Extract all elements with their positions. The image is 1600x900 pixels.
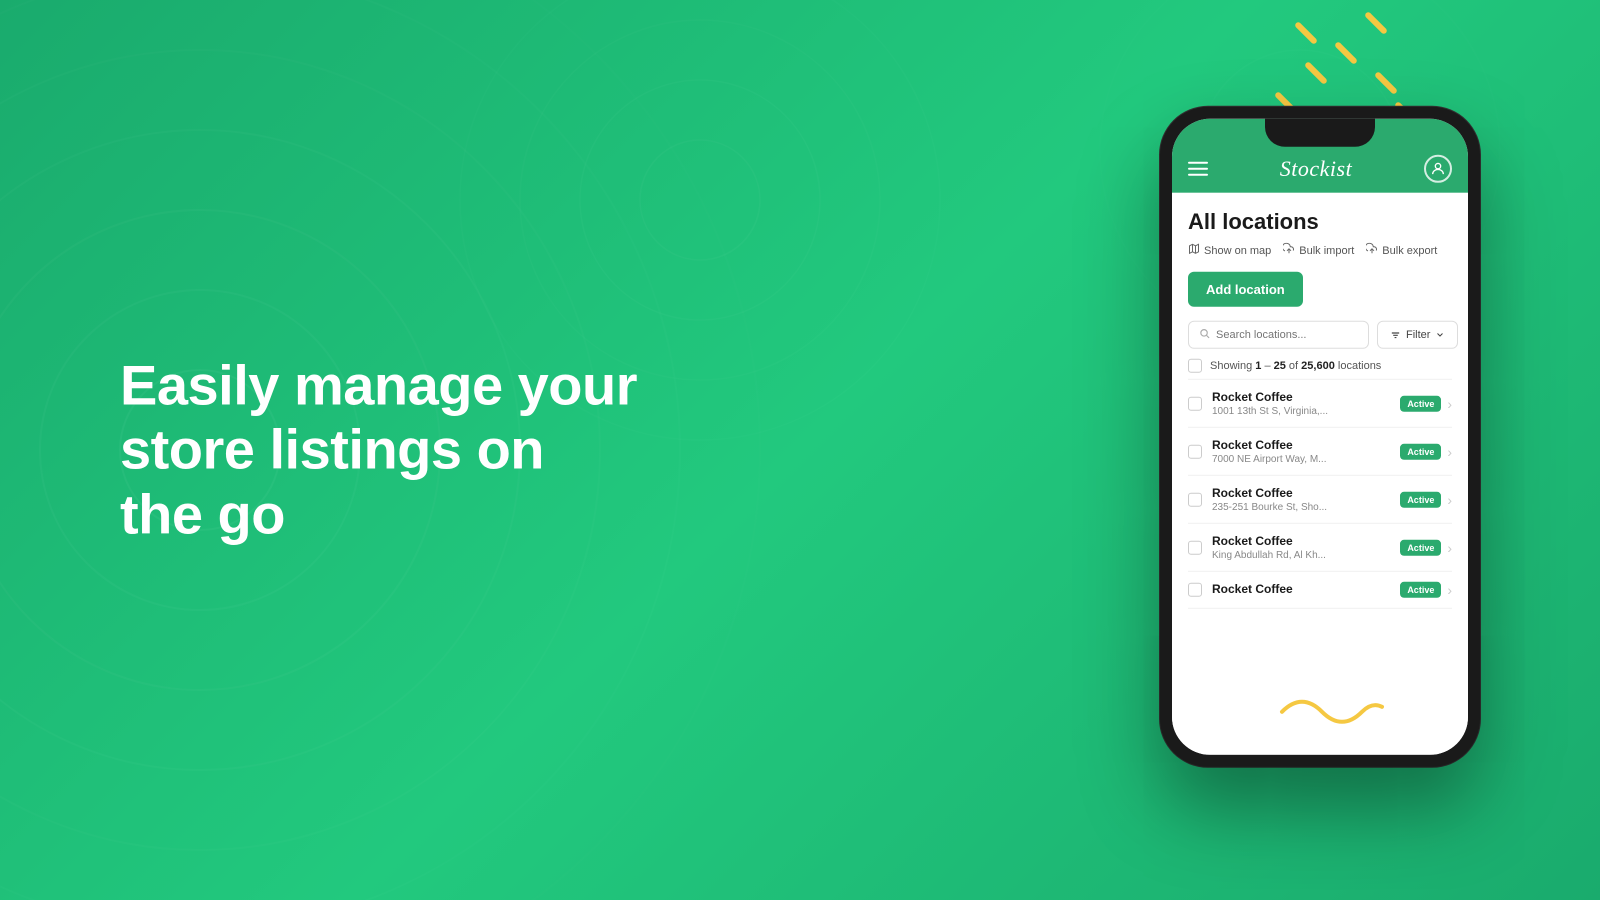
item-info-2: Rocket Coffee 235-251 Bourke St, Sho... <box>1212 486 1390 513</box>
active-badge-0: Active <box>1400 395 1441 411</box>
item-checkbox-2[interactable] <box>1188 492 1202 506</box>
location-item-2[interactable]: Rocket Coffee 235-251 Bourke St, Sho... … <box>1188 475 1452 523</box>
hero-headline: Easily manage your store listings on the… <box>120 353 640 546</box>
filter-button[interactable]: Filter <box>1377 321 1458 349</box>
item-address-1: 7000 NE Airport Way, M... <box>1212 454 1390 465</box>
item-info-4: Rocket Coffee <box>1212 582 1390 598</box>
filter-icon <box>1390 329 1401 340</box>
select-all-checkbox[interactable] <box>1188 359 1202 373</box>
bulk-export-label: Bulk export <box>1382 244 1437 256</box>
locations-unit: locations <box>1338 360 1381 372</box>
item-name-4: Rocket Coffee <box>1212 582 1390 596</box>
app-content: All locations Show on map <box>1172 193 1468 755</box>
hero-section: Easily manage your store listings on the… <box>120 353 640 546</box>
bulk-import-link[interactable]: Bulk import <box>1283 243 1354 258</box>
page-title: All locations <box>1188 209 1452 235</box>
bulk-export-link[interactable]: Bulk export <box>1366 243 1437 258</box>
item-checkbox-3[interactable] <box>1188 540 1202 554</box>
cloud-upload-import-icon <box>1283 243 1295 258</box>
hamburger-icon[interactable] <box>1188 162 1208 176</box>
showing-text: Showing 1 – 25 of 25,600 locations <box>1210 360 1381 372</box>
item-checkbox-1[interactable] <box>1188 444 1202 458</box>
search-box <box>1188 321 1369 349</box>
item-right-4: Active › <box>1400 582 1452 598</box>
phone-frame: Stockist All locations <box>1160 107 1480 767</box>
cloud-upload-export-icon <box>1366 243 1378 258</box>
show-on-map-label: Show on map <box>1204 244 1271 256</box>
location-item-3[interactable]: Rocket Coffee King Abdullah Rd, Al Kh...… <box>1188 523 1452 571</box>
search-icon <box>1199 328 1210 342</box>
item-right-2: Active › <box>1400 491 1452 507</box>
phone-screen: Stockist All locations <box>1172 119 1468 755</box>
item-info-0: Rocket Coffee 1001 13th St S, Virginia,.… <box>1212 390 1390 417</box>
add-location-button[interactable]: Add location <box>1188 272 1303 307</box>
show-on-map-link[interactable]: Show on map <box>1188 243 1271 258</box>
item-info-1: Rocket Coffee 7000 NE Airport Way, M... <box>1212 438 1390 465</box>
map-icon <box>1188 243 1200 258</box>
active-badge-1: Active <box>1400 443 1441 459</box>
search-filter-row: Filter <box>1188 321 1452 349</box>
active-badge-2: Active <box>1400 491 1441 507</box>
item-name-2: Rocket Coffee <box>1212 486 1390 500</box>
showing-row: Showing 1 – 25 of 25,600 locations <box>1188 359 1452 373</box>
filter-label: Filter <box>1406 329 1430 341</box>
total-count: 25,600 <box>1301 360 1335 372</box>
chevron-down-icon <box>1435 330 1445 340</box>
chevron-right-0: › <box>1447 395 1452 411</box>
range-end: 25 <box>1274 360 1286 372</box>
location-list: Rocket Coffee 1001 13th St S, Virginia,.… <box>1188 379 1452 609</box>
item-right-1: Active › <box>1400 443 1452 459</box>
chevron-right-2: › <box>1447 491 1452 507</box>
content-area: All locations Show on map <box>1172 193 1468 755</box>
item-checkbox-4[interactable] <box>1188 583 1202 597</box>
user-icon[interactable] <box>1424 155 1452 183</box>
bulk-import-label: Bulk import <box>1299 244 1354 256</box>
item-right-3: Active › <box>1400 539 1452 555</box>
item-info-3: Rocket Coffee King Abdullah Rd, Al Kh... <box>1212 534 1390 561</box>
item-address-2: 235-251 Bourke St, Sho... <box>1212 502 1390 513</box>
active-badge-4: Active <box>1400 582 1441 598</box>
search-input[interactable] <box>1216 329 1358 341</box>
chevron-right-3: › <box>1447 539 1452 555</box>
item-name-3: Rocket Coffee <box>1212 534 1390 548</box>
phone-notch <box>1265 119 1375 147</box>
range-start: 1 <box>1255 360 1261 372</box>
action-links: Show on map Bulk import <box>1188 243 1452 258</box>
phone-mockup: Stockist All locations <box>1160 107 1480 767</box>
item-right-0: Active › <box>1400 395 1452 411</box>
app-logo: Stockist <box>1280 156 1352 182</box>
active-badge-3: Active <box>1400 539 1441 555</box>
item-address-0: 1001 13th St S, Virginia,... <box>1212 406 1390 417</box>
item-name-0: Rocket Coffee <box>1212 390 1390 404</box>
item-checkbox-0[interactable] <box>1188 396 1202 410</box>
chevron-right-1: › <box>1447 443 1452 459</box>
item-name-1: Rocket Coffee <box>1212 438 1390 452</box>
location-item-0[interactable]: Rocket Coffee 1001 13th St S, Virginia,.… <box>1188 379 1452 427</box>
item-address-3: King Abdullah Rd, Al Kh... <box>1212 550 1390 561</box>
location-item-1[interactable]: Rocket Coffee 7000 NE Airport Way, M... … <box>1188 427 1452 475</box>
chevron-right-4: › <box>1447 582 1452 598</box>
location-item-4[interactable]: Rocket Coffee Active › <box>1188 571 1452 609</box>
